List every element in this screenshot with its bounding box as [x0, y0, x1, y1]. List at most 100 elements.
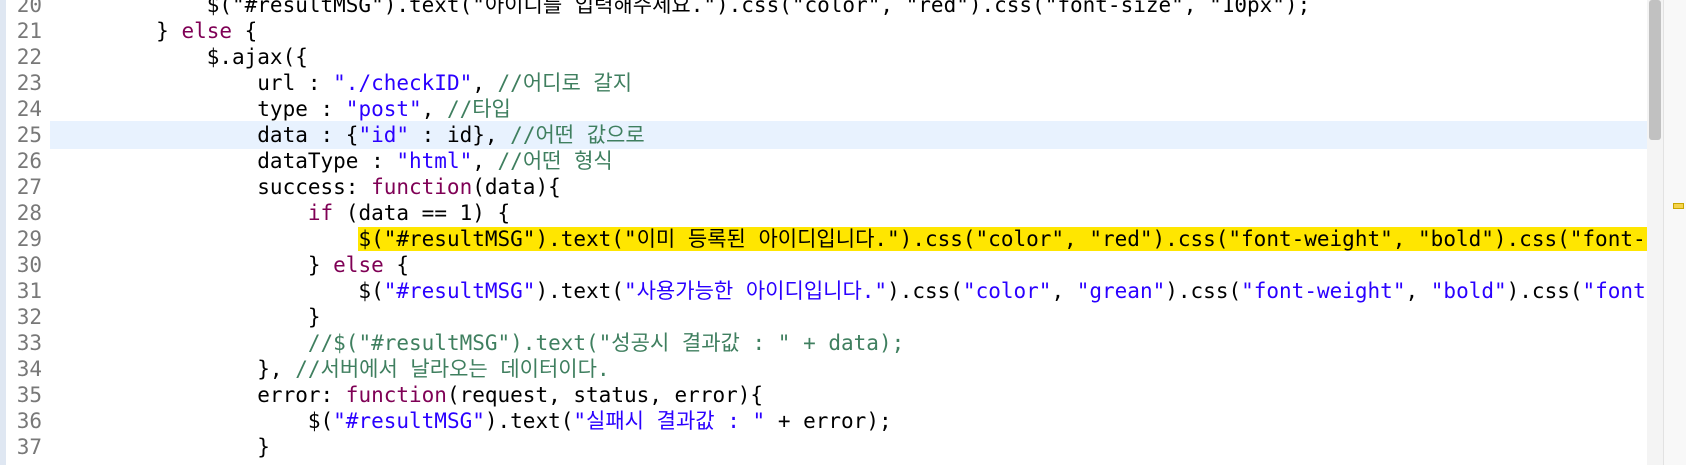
code-token-plain: dataType :	[55, 149, 397, 173]
code-text: if (data == 1) {	[55, 199, 510, 227]
code-token-plain: ).text(	[484, 409, 574, 433]
code-line[interactable]: 34 }, //서버에서 날라오는 데이터이다.	[0, 355, 1640, 383]
code-line[interactable]: 23 url : "./checkID", //어디로 갈지	[0, 69, 1640, 97]
code-token-str: "#resultMSG"	[383, 279, 536, 303]
code-line[interactable]: 33 //$("#resultMSG").text("성공시 결과값 : " +…	[0, 329, 1640, 357]
code-token-str: "font-weight"	[1241, 279, 1406, 303]
overview-ruler[interactable]	[1663, 0, 1686, 465]
code-token-plain: error:	[55, 383, 346, 407]
scrollbar-thumb[interactable]	[1649, 0, 1661, 140]
code-token-str: "id"	[358, 123, 410, 147]
code-token-cmt: //어떤 값으로	[510, 123, 645, 147]
code-token-str: "post"	[345, 97, 422, 121]
code-token-cmt: //어디로 갈지	[497, 71, 633, 95]
code-token-plain: + error);	[765, 409, 892, 433]
code-text: $("#resultMSG").text("이미 등록된 아이디입니다.").c…	[55, 225, 1671, 253]
code-text: } else {	[55, 17, 257, 45]
line-number: 28	[16, 201, 42, 225]
line-number: 33	[16, 331, 42, 355]
code-token-kw: function	[371, 175, 473, 199]
code-token-plain: $(	[55, 409, 334, 433]
code-token-plain: }	[55, 253, 334, 277]
code-token-cmt: //서버에서 날라오는 데이터이다.	[295, 357, 610, 381]
code-line[interactable]: 24 type : "post", //타입	[0, 95, 1640, 123]
code-token-str: "사용가능한 아이디입니다."	[623, 279, 888, 303]
code-text: url : "./checkID", //어디로 갈지	[55, 69, 632, 97]
code-token-plain: : id},	[409, 123, 511, 147]
code-text: success: function(data){	[55, 173, 561, 201]
code-line[interactable]: 29 $("#resultMSG").text("이미 등록된 아이디입니다."…	[0, 225, 1671, 253]
line-number: 37	[16, 435, 42, 459]
code-line[interactable]: 30 } else {	[0, 251, 1640, 279]
code-token-kw: else	[333, 253, 384, 277]
code-text: type : "post", //타입	[55, 95, 511, 123]
code-token-plain: }	[55, 305, 321, 329]
code-token-plain: }	[55, 19, 182, 43]
code-editor[interactable]: 20 $("#resultMSG").text("아이디를 입력해주세요.").…	[0, 0, 1686, 465]
code-token-plain: ,	[472, 149, 498, 173]
code-token-str: "grean"	[1076, 279, 1166, 303]
code-token-plain: type :	[55, 97, 346, 121]
code-token-plain: $("#resultMSG").text("아이디를 입력해주세요.").css…	[55, 0, 1311, 17]
code-line[interactable]: 27 success: function(data){	[0, 173, 1640, 201]
code-token-plain: }	[55, 435, 270, 459]
code-text: //$("#resultMSG").text("성공시 결과값 : " + da…	[55, 329, 904, 357]
line-number: 31	[16, 279, 42, 303]
code-line[interactable]: 35 error: function(request, status, erro…	[0, 381, 1640, 409]
code-token-plain: ).css(	[1165, 279, 1242, 303]
code-line[interactable]: 36 $("#resultMSG").text("실패시 결과값 : " + e…	[0, 407, 1640, 435]
occurrence-marker[interactable]	[1673, 203, 1684, 209]
code-token-str: "실패시 결과값 : "	[573, 409, 766, 433]
code-line[interactable]: 28 if (data == 1) {	[0, 199, 1640, 227]
code-token-kw: else	[181, 19, 233, 43]
code-token-str: "./checkID"	[333, 71, 473, 95]
code-token-plain: url :	[55, 71, 334, 95]
code-token-plain: $("#resultMSG").text("이미 등록된 아이디입니다.").c…	[55, 227, 1671, 251]
code-line[interactable]: 26 dataType : "html", //어떤 형식	[0, 147, 1640, 175]
line-number: 36	[16, 409, 42, 433]
code-line[interactable]: 37 }	[0, 433, 1640, 461]
code-text: }, //서버에서 날라오는 데이터이다.	[55, 355, 610, 383]
search-highlight: $("#resultMSG").text("이미 등록된 아이디입니다.").c…	[358, 227, 1671, 251]
line-number: 25	[16, 123, 42, 147]
line-number: 34	[16, 357, 42, 381]
code-line[interactable]: 21 } else {	[0, 17, 1640, 45]
code-token-plain: ).text(	[535, 279, 624, 303]
code-token-plain: $(	[55, 279, 384, 303]
code-token-plain: $.ajax({	[55, 45, 308, 69]
code-line[interactable]: 25 data : {"id" : id}, //어떤 값으로	[0, 121, 1640, 149]
code-token-str: "color"	[962, 279, 1052, 303]
code-token-kw: function	[345, 383, 447, 407]
code-token-plain: ,	[1405, 279, 1431, 303]
line-number: 24	[16, 97, 42, 121]
code-token-str: "#resultMSG"	[333, 409, 485, 433]
code-token-plain: ,	[472, 71, 498, 95]
line-number: 21	[16, 19, 42, 43]
code-token-plain: (request, status, error){	[446, 383, 764, 407]
code-token-plain: (data){	[472, 175, 561, 199]
line-number: 32	[16, 305, 42, 329]
code-text: } else {	[55, 251, 409, 279]
code-line[interactable]: 22 $.ajax({	[0, 43, 1640, 71]
code-line[interactable]: 31 $("#resultMSG").text("사용가능한 아이디입니다.")…	[0, 277, 1671, 305]
code-token-plain: {	[232, 19, 258, 43]
line-number: 23	[16, 71, 42, 95]
code-token-plain: ).css(	[1506, 279, 1583, 303]
code-token-plain: {	[383, 253, 410, 277]
code-text: $("#resultMSG").text("사용가능한 아이디입니다.").cs…	[55, 277, 1671, 305]
code-text: }	[55, 433, 270, 461]
code-text: dataType : "html", //어떤 형식	[55, 147, 613, 175]
code-token-plain: ,	[421, 97, 447, 121]
code-text: $("#resultMSG").text("실패시 결과값 : " + erro…	[55, 407, 892, 435]
line-number: 27	[16, 175, 42, 199]
code-token-plain: ).css(	[887, 279, 963, 303]
code-token-str: "html"	[396, 149, 473, 173]
code-token-cmt: //어떤 형식	[497, 149, 613, 173]
code-line[interactable]: 32 }	[0, 303, 1640, 331]
code-text: }	[55, 303, 321, 331]
line-number: 30	[16, 253, 42, 277]
code-token-plain: data : {	[55, 123, 359, 147]
code-token-plain: },	[55, 357, 296, 381]
